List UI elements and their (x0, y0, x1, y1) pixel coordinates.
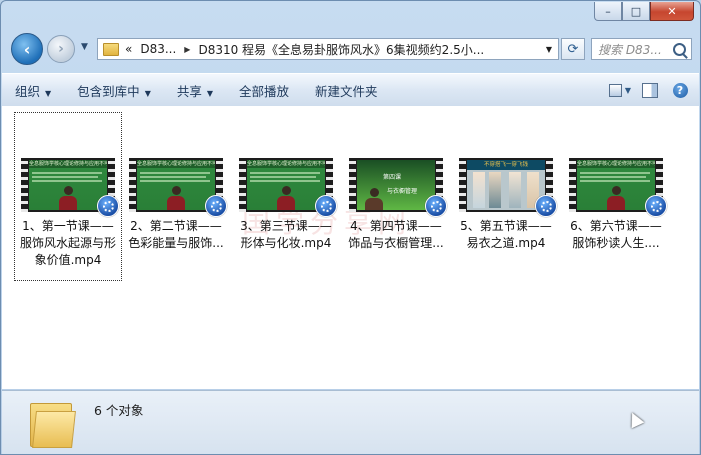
include-library-menu[interactable]: 包含到库中 ▼ (64, 81, 164, 100)
address-segment-parent[interactable]: D83... (140, 42, 176, 56)
file-name: 5、第五节课—— 易衣之道.mp4 (460, 219, 552, 250)
chevron-down-icon: ▼ (144, 88, 151, 98)
thumbnail-banner: 不穿搭飞一穿飞钱 (467, 160, 545, 170)
file-item-1[interactable]: 全息服饰学核心理论修持与应用不可 1、第一节课—— 服饰风水起源与形 象价值.mp4 (14, 112, 122, 281)
caption-buttons: – □ ✕ (594, 2, 694, 21)
file-name: 2、第二节课—— 色彩能量与服饰... (128, 219, 224, 250)
folder-icon (30, 399, 76, 448)
preview-pane-button[interactable] (639, 81, 661, 99)
file-item-5[interactable]: 不穿搭飞一穿飞钱 5、第五节课—— 易衣之道.mp4 (452, 112, 560, 252)
explorer-window: – □ ✕ ‹ › ▼ « D83... ▶ D8310 程易《全息易卦服饰风水… (0, 0, 701, 455)
media-player-icon (425, 195, 447, 217)
back-button[interactable]: ‹ (11, 33, 43, 65)
help-icon: ? (672, 82, 688, 98)
thumbnail-banner: 全息服饰学核心理论修持与应用不可 (137, 160, 215, 168)
minimize-button[interactable]: – (594, 2, 622, 21)
file-name: 1、第一节课—— 服饰风水起源与形 象价值.mp4 (19, 219, 116, 267)
thumbnail-subtitle: 与衣橱管理 (387, 188, 418, 195)
file-name: 6、第六节课—— 服饰秒读人生.... (570, 219, 662, 250)
file-name: 3、第三节课—— 形体与化妆.mp4 (240, 219, 332, 250)
forward-button[interactable]: › (47, 35, 75, 63)
chevron-down-icon: ▼ (206, 88, 214, 98)
search-placeholder: 搜索 D83... (598, 42, 662, 57)
video-thumbnail: 不穿搭飞一穿飞钱 (459, 158, 557, 217)
view-icon (609, 83, 622, 97)
search-icon[interactable] (673, 42, 686, 56)
preview-pane-icon (642, 82, 658, 98)
address-dropdown-icon[interactable]: ▼ (546, 45, 552, 54)
chevron-down-icon: ▼ (45, 88, 52, 98)
search-input[interactable]: 搜索 D83... (591, 38, 692, 60)
include-library-label: 包含到库中 (77, 83, 140, 99)
change-view-button[interactable]: ▼ (609, 81, 631, 99)
share-label: 共享 (176, 83, 202, 99)
file-item-2[interactable]: 全息服饰学核心理论修持与应用不可 2、第二节课—— 色彩能量与服饰... (122, 112, 230, 252)
video-thumbnail: 全息服饰学核心理论修持与应用不可 (129, 158, 227, 217)
media-player-icon (97, 195, 119, 217)
address-segment-current[interactable]: D8310 程易《全息易卦服饰风水》6集视频约2.5小... (198, 41, 484, 58)
organize-menu[interactable]: 组织 ▼ (2, 81, 64, 100)
maximize-button[interactable]: □ (622, 2, 650, 21)
details-pane: 6 个对象 (2, 390, 699, 454)
address-overflow[interactable]: « (125, 42, 132, 56)
item-count: 6 个对象 (94, 403, 144, 418)
thumbnail-title: 第四课 (383, 174, 402, 181)
media-player-icon (205, 195, 227, 217)
refresh-button[interactable]: ⟳ (561, 38, 585, 60)
video-thumbnail: 全息服饰学核心理论修持与应用不可 (21, 158, 119, 217)
media-player-icon (535, 195, 557, 217)
thumbnail-banner: 全息服饰学核心理论修持与应用不可 (247, 160, 325, 168)
thumbnail-banner: 全息服饰学核心理论修持与应用不可 (29, 160, 107, 168)
organize-label: 组织 (15, 83, 41, 99)
navigation-bar: ‹ › ▼ « D83... ▶ D8310 程易《全息易卦服饰风水》6集视频约… (1, 29, 700, 73)
folder-icon (103, 42, 119, 56)
recent-pages-dropdown-icon[interactable]: ▼ (81, 42, 88, 52)
chevron-right-icon[interactable]: ▶ (184, 45, 190, 54)
file-list[interactable]: 国学分享网 全息服饰学核心理论修持与应用不可 1、第一节课—— 服饰风水起源与形象… (2, 106, 699, 389)
help-button[interactable]: ? (669, 81, 691, 99)
new-folder-button[interactable]: 新建文件夹 (302, 81, 391, 100)
file-item-6[interactable]: 全息服饰学核心理论修持与应用不可 6、第六节课—— 服饰秒读人生.... (562, 112, 670, 252)
address-bar[interactable]: « D83... ▶ D8310 程易《全息易卦服饰风水》6集视频约2.5小..… (97, 38, 559, 60)
chevron-down-icon: ▼ (624, 85, 631, 95)
file-item-3[interactable]: 全息服饰学核心理论修持与应用不可 3、第三节课—— 形体与化妆.mp4 (232, 112, 340, 252)
thumbnail-banner: 全息服饰学核心理论修持与应用不可 (577, 160, 655, 168)
video-thumbnail: 第四课与衣橱管理 (349, 158, 447, 217)
close-button[interactable]: ✕ (650, 2, 694, 21)
file-name: 4、第四节课—— 饰品与衣橱管理... (348, 219, 444, 250)
video-thumbnail: 全息服饰学核心理论修持与应用不可 (239, 158, 337, 217)
command-bar: 组织 ▼ 包含到库中 ▼ 共享 ▼ 全部播放 新建文件夹 ▼ ? (2, 73, 699, 107)
video-thumbnail: 全息服饰学核心理论修持与应用不可 (569, 158, 667, 217)
share-menu[interactable]: 共享 ▼ (164, 81, 226, 100)
file-item-4[interactable]: 第四课与衣橱管理 4、第四节课—— 饰品与衣橱管理... (342, 112, 450, 252)
play-all-button[interactable]: 全部播放 (226, 81, 302, 100)
media-player-icon (645, 195, 667, 217)
media-player-icon (315, 195, 337, 217)
